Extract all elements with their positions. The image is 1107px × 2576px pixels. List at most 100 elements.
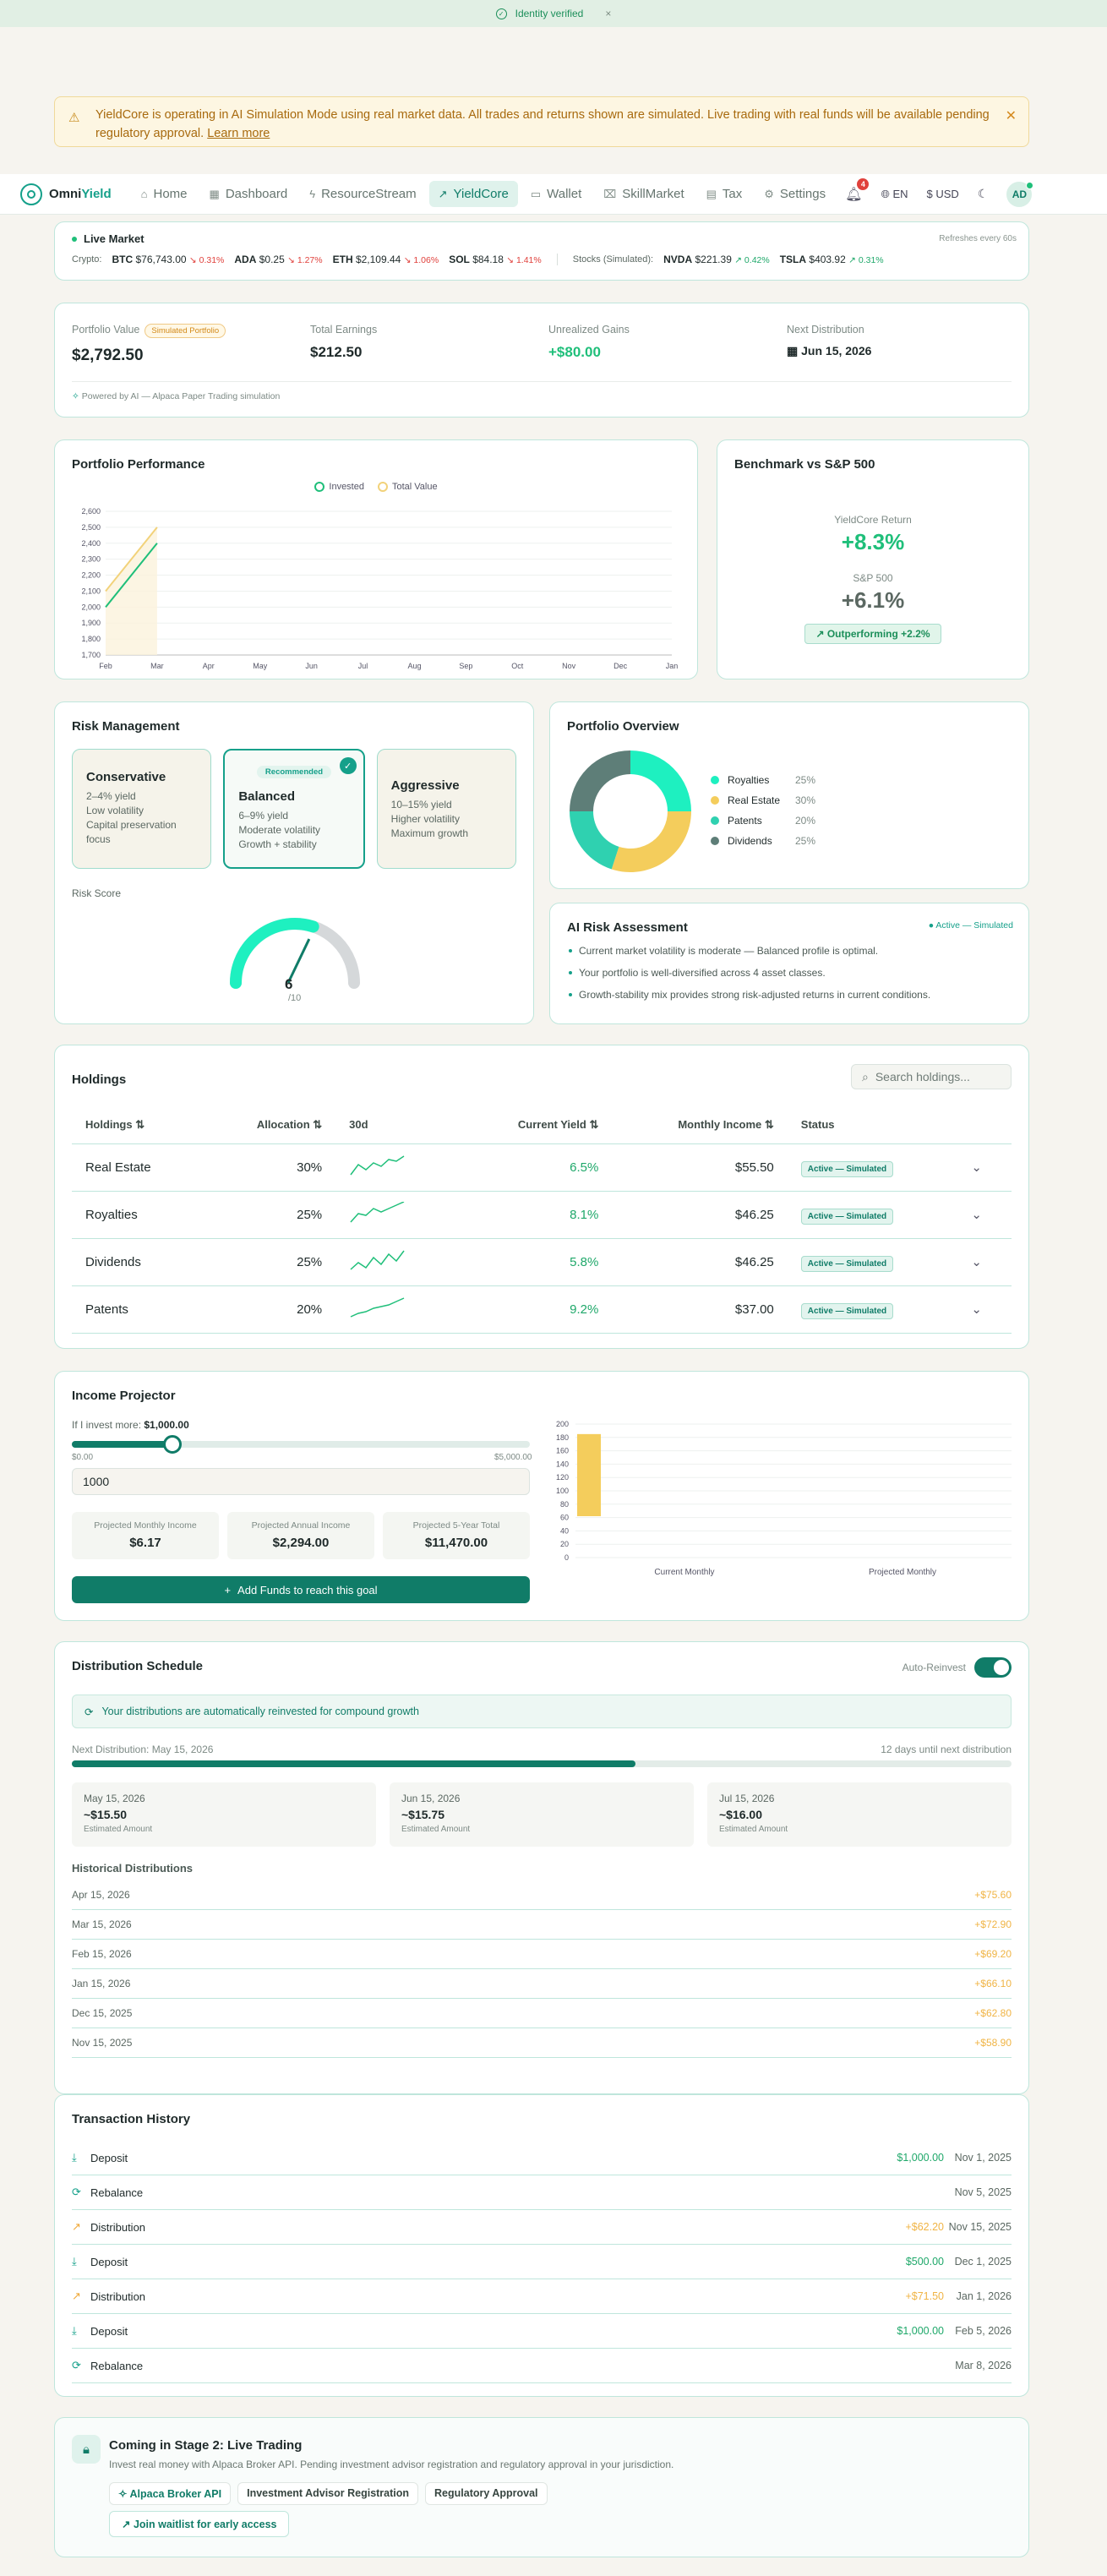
nav-item-tax[interactable]: ▤ Tax xyxy=(697,181,752,207)
chevron-down-icon[interactable]: ⌄ xyxy=(971,1302,982,1317)
holding-name: Dividends xyxy=(72,1238,204,1286)
nav-item-dashboard[interactable]: ▦ Dashboard xyxy=(200,181,297,207)
risk-option-conservative[interactable]: Conservative 2–4% yield Low volatility C… xyxy=(72,749,212,869)
nav-item-settings[interactable]: ⚙ Settings xyxy=(755,181,835,207)
risk-option-aggressive[interactable]: Aggressive 10–15% yield Higher volatilit… xyxy=(376,749,516,869)
sp500-return: +6.1% xyxy=(841,587,905,613)
history-row: Mar 15, 2026 +$72.90 xyxy=(72,1910,1012,1940)
close-icon[interactable]: × xyxy=(605,8,611,19)
nav-label: Tax xyxy=(722,187,743,201)
transaction-row[interactable]: ↗ Distribution +$71.50 Jan 1, 2026 xyxy=(72,2279,1012,2314)
search-input[interactable]: ⌕ Search holdings... xyxy=(851,1064,1012,1089)
ai-insight: Your portfolio is well-diversified acros… xyxy=(567,967,1012,989)
transaction-row[interactable]: ⟳ Rebalance Mar 8, 2026 xyxy=(72,2349,1012,2383)
risk-score-max: /10 xyxy=(288,993,302,1003)
nav-item-home[interactable]: ⌂ Home xyxy=(132,181,197,207)
expand-cell[interactable]: ⌄ xyxy=(957,1191,1012,1239)
slider-handle[interactable] xyxy=(163,1435,182,1454)
proj-label: Projected Annual Income xyxy=(251,1520,351,1531)
bolt-icon: ϟ xyxy=(309,188,316,200)
chevron-down-icon[interactable]: ⌄ xyxy=(971,1208,982,1222)
holding-yield: 9.2% xyxy=(458,1285,613,1334)
column-header[interactable]: Current Yield ⇅ xyxy=(458,1106,613,1144)
expand-cell[interactable]: ⌄ xyxy=(957,1238,1012,1286)
slice-real-estate[interactable] xyxy=(611,811,691,872)
nav-label: Wallet xyxy=(547,187,582,201)
transaction-type: Distribution xyxy=(90,2220,146,2234)
transaction-row[interactable]: ⤓ Deposit $500.00 Dec 1, 2025 xyxy=(72,2245,1012,2279)
avatar[interactable]: AD xyxy=(1006,181,1034,207)
days-remaining: 12 days until next distribution xyxy=(881,1744,1012,1755)
refresh-note: Refreshes every 60s xyxy=(939,234,1017,243)
table-row[interactable]: Patents 20% 9.2% $37.00 Active — Simulated ⌄ xyxy=(72,1285,1012,1334)
moon-icon[interactable]: ☾ xyxy=(978,187,989,201)
portfolio-value-label: Portfolio Value xyxy=(72,324,140,336)
invest-amount-input[interactable]: 1000 xyxy=(72,1468,530,1495)
auto-reinvest-label: Auto-Reinvest xyxy=(902,1662,966,1673)
y-tick-label: 40 xyxy=(560,1526,569,1535)
transaction-type: Rebalance xyxy=(90,2359,144,2372)
x-tick-label: Oct xyxy=(511,662,524,670)
transaction-type: Deposit xyxy=(90,2151,128,2164)
unrealized-value: +$80.00 xyxy=(548,344,601,360)
slice-royalties[interactable] xyxy=(630,750,691,811)
button-label: Add Funds to reach this goal xyxy=(237,1583,378,1596)
legend-swatch xyxy=(711,796,719,805)
legend-name: Royalties xyxy=(728,774,770,786)
column-header[interactable]: Holdings ⇅ xyxy=(72,1106,204,1144)
history-amount: +$69.20 xyxy=(974,1948,1012,1960)
slice-dividends[interactable] xyxy=(570,750,630,811)
simulation-warning: ⚠ YieldCore is operating in AI Simulatio… xyxy=(54,96,1029,147)
table-row[interactable]: Royalties 25% 8.1% $46.25 Active — Simulated… xyxy=(72,1191,1012,1239)
x-tick-label: Nov xyxy=(562,662,576,670)
table-row[interactable]: Dividends 25% 5.8% $46.25 Active — Simulated… xyxy=(72,1238,1012,1286)
button-label: Join waitlist for early access xyxy=(133,2519,277,2530)
add-funds-button[interactable]: + Add Funds to reach this goal xyxy=(72,1576,530,1603)
close-icon[interactable]: ✕ xyxy=(1006,107,1017,126)
nav-item-resourcestream[interactable]: ϟ ResourceStream xyxy=(300,181,425,207)
history-row: Feb 15, 2026 +$69.20 xyxy=(72,1940,1012,1969)
transaction-row[interactable]: ⟳ Rebalance Nov 5, 2025 xyxy=(72,2175,1012,2210)
nav-item-skillmarket[interactable]: ⌧ SkillMarket xyxy=(594,181,693,207)
transaction-row[interactable]: ⤓ Deposit $1,000.00 Nov 1, 2025 xyxy=(72,2141,1012,2175)
option-name: Balanced xyxy=(238,789,296,804)
column-header[interactable]: Status xyxy=(787,1106,958,1144)
nav-item-wallet[interactable]: ▭ Wallet xyxy=(521,181,591,207)
holding-yield: 5.8% xyxy=(458,1238,613,1286)
legend-swatch xyxy=(314,482,325,492)
currency-selector[interactable]: $ USD xyxy=(927,188,959,200)
column-header[interactable]: Monthly Income ⇅ xyxy=(612,1106,788,1144)
bell-icon[interactable]: 🔔︎ 4 xyxy=(845,177,870,203)
y-tick-label: 60 xyxy=(560,1514,569,1522)
expand-cell[interactable]: ⌄ xyxy=(957,1143,1012,1192)
input-value: 1000 xyxy=(83,1475,110,1488)
column-header[interactable]: Allocation ⇅ xyxy=(204,1106,336,1144)
refresh-icon: ⟳ xyxy=(85,1706,94,1718)
expand-cell[interactable]: ⌄ xyxy=(957,1285,1012,1334)
language-selector[interactable]: 🌐︎ EN xyxy=(881,188,908,201)
chevron-down-icon[interactable]: ⌄ xyxy=(971,1255,982,1269)
transaction-type: Deposit xyxy=(90,2324,128,2338)
risk-option-balanced[interactable]: Recommended ✓ Balanced 6–9% yield Modera… xyxy=(223,749,365,869)
upcoming-date: Jul 15, 2026 xyxy=(719,1793,775,1804)
proj-value: $6.17 xyxy=(129,1536,161,1550)
chevron-down-icon[interactable]: ⌄ xyxy=(971,1160,982,1175)
table-row[interactable]: Real Estate 30% 6.5% $55.50 Active — Simulat… xyxy=(72,1143,1012,1192)
ai-status: ● Active — Simulated xyxy=(928,920,1013,931)
card-title: Risk Management xyxy=(72,719,180,734)
slice-patents[interactable] xyxy=(570,811,619,870)
logo[interactable]: OmniYield xyxy=(20,183,112,205)
transaction-row[interactable]: ⤓ Deposit $1,000.00 Feb 5, 2026 xyxy=(72,2314,1012,2349)
column-header[interactable]: 30d xyxy=(335,1106,459,1144)
nav-item-yieldcore[interactable]: ↗ YieldCore xyxy=(428,181,518,207)
transaction-history-card: Transaction History ⤓ Deposit $1,000.00 Nov… xyxy=(54,2094,1029,2397)
risk-score-label: Risk Score xyxy=(72,887,122,899)
join-waitlist-button[interactable]: ↗ Join waitlist for early access xyxy=(109,2511,290,2537)
transaction-row[interactable]: ↗ Distribution +$62.20 Nov 15, 2025 xyxy=(72,2210,1012,2245)
auto-reinvest-toggle[interactable] xyxy=(974,1657,1012,1678)
card-title: Transaction History xyxy=(72,2112,191,2126)
invest-slider[interactable] xyxy=(72,1435,530,1454)
benchmark-card: Benchmark vs S&P 500 YieldCore Return +8… xyxy=(717,439,1029,679)
status-badge: Active — Simulated xyxy=(800,1302,894,1319)
learn-more-link[interactable]: Learn more xyxy=(207,127,270,140)
